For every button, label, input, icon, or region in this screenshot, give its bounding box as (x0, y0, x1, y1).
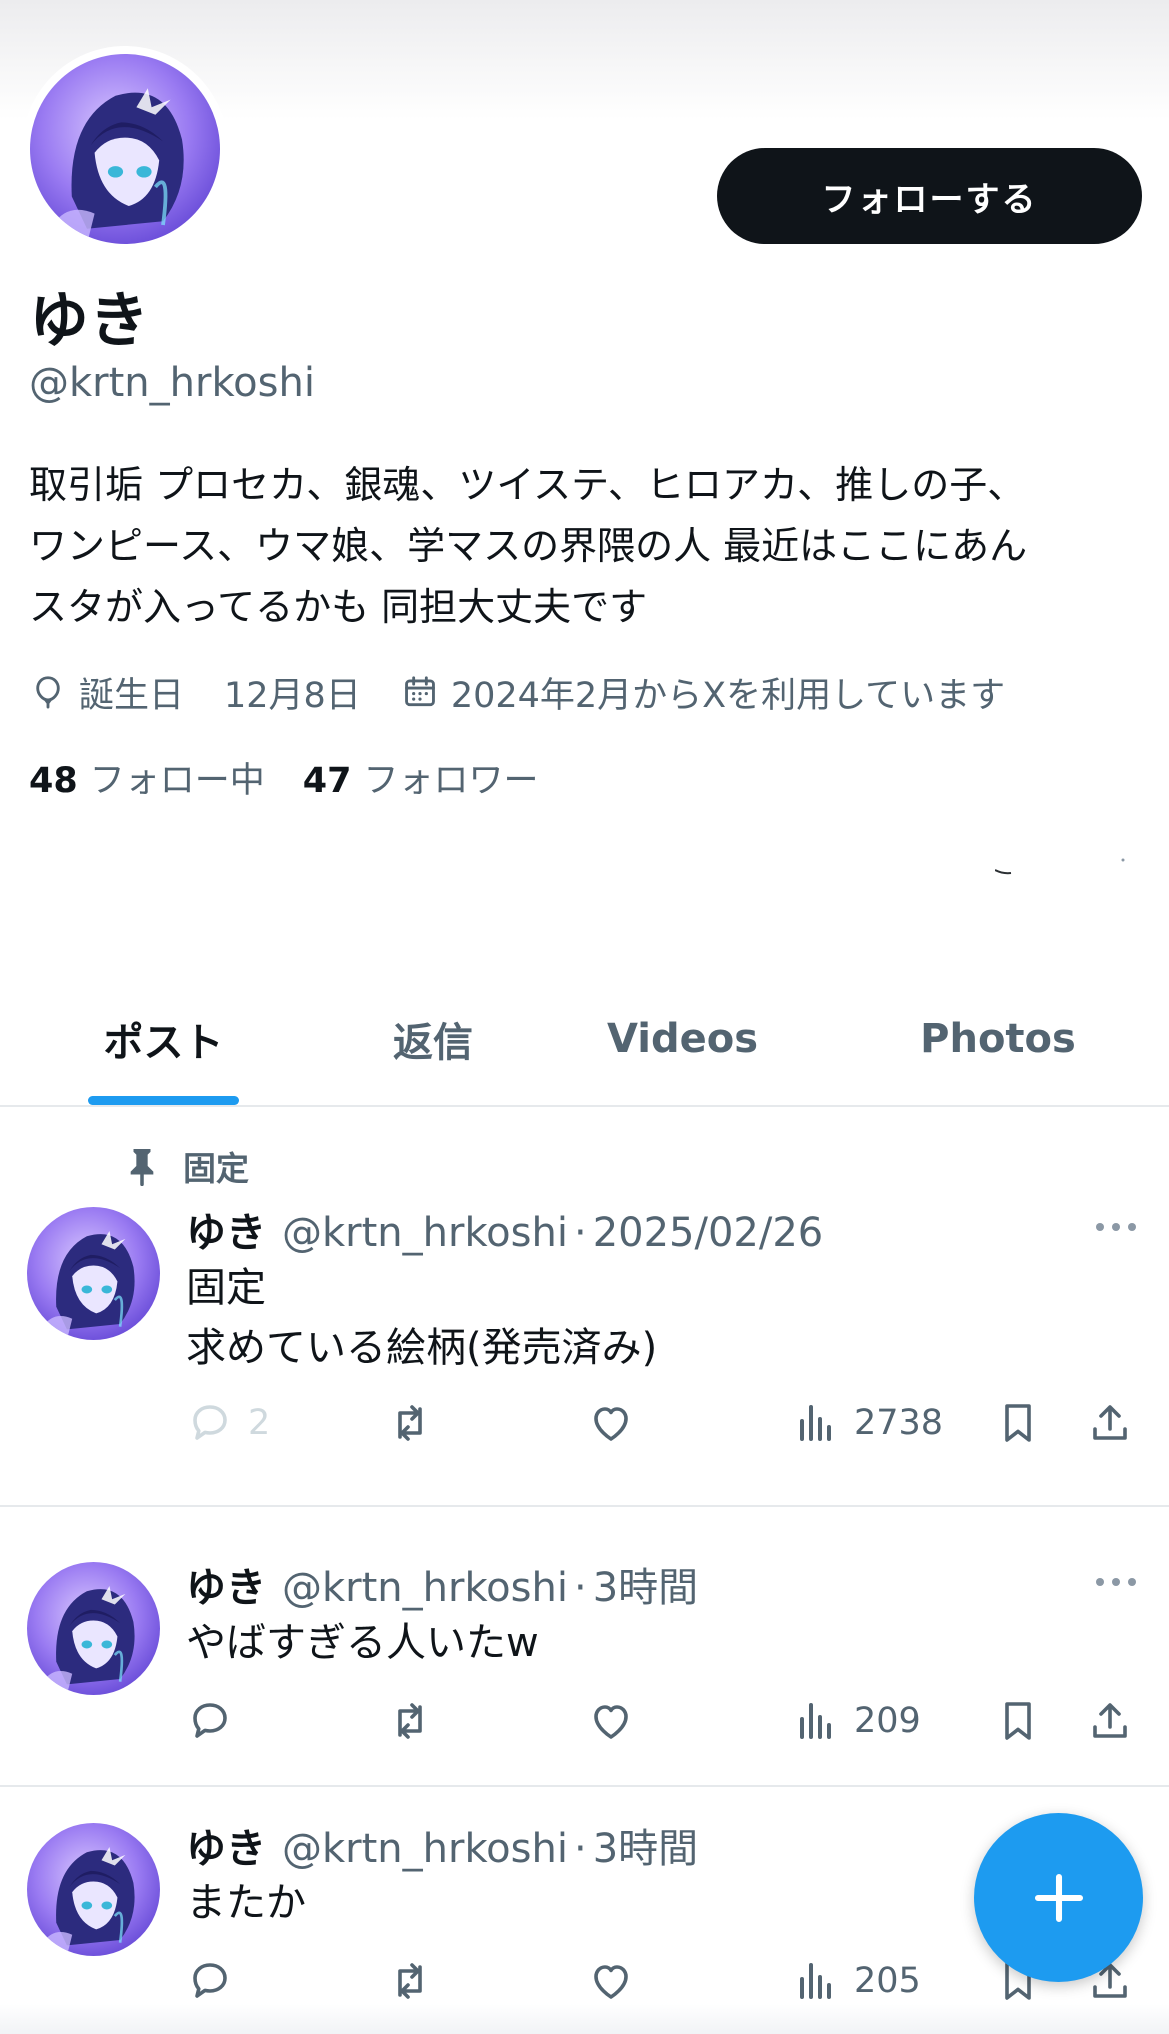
views-button[interactable]: 2738 (792, 1395, 943, 1451)
followers-count: 47 (302, 761, 352, 801)
like-button[interactable] (587, 1395, 635, 1451)
share-icon (1086, 1399, 1134, 1447)
post-author-handle[interactable]: @krtn_hrkoshi (282, 1210, 568, 1256)
profile-bio: 取引垢 プロセカ、銀魂、ツイステ、ヒロアカ、推しの子、 ワンピース、ウマ娘、学マ… (29, 463, 1028, 629)
avatar-anime-girl-icon (30, 54, 220, 244)
bookmark-icon (994, 1399, 1042, 1447)
repost-icon (386, 1957, 434, 2005)
views-chart-icon (792, 1697, 840, 1745)
joined-text: 2024年2月からXを利用しています (450, 675, 1006, 716)
balloon-icon (36, 676, 60, 709)
birthday-group: 誕生日 12月8日 (29, 667, 361, 718)
bookmark-button[interactable] (994, 1395, 1042, 1451)
share-button[interactable] (1086, 1693, 1134, 1749)
following-count: 48 (29, 761, 78, 801)
post-actions: 205 (186, 1953, 1146, 2009)
heart-icon (587, 1399, 635, 1447)
followers-label: フォロワー (363, 761, 539, 801)
profile-meta: 誕生日 12月8日 2024年2月からXを利用しています (29, 667, 1005, 717)
post-header: ゆき @krtn_hrkoshi · 3時間 (186, 1816, 698, 1872)
reply-icon (186, 1957, 234, 2005)
compose-button[interactable] (974, 1813, 1143, 1982)
tabs-divider (0, 1105, 1169, 1107)
views-count: 2738 (854, 1403, 944, 1443)
heart-icon (587, 1957, 635, 2005)
more-icon[interactable] (1094, 1576, 1138, 1588)
post-separator: · (573, 1565, 587, 1611)
joined-group: 2024年2月からXを利用しています (401, 667, 1005, 718)
following-label: フォロー中 (89, 761, 265, 801)
avatar[interactable] (27, 1562, 160, 1695)
decorative-dots (995, 858, 1125, 875)
post-header: ゆき @krtn_hrkoshi · 2025/02/26 (186, 1200, 823, 1256)
reply-button[interactable] (186, 1953, 234, 2009)
views-button[interactable]: 209 (792, 1693, 921, 1749)
post-actions: 2 2738 (186, 1395, 1146, 1451)
post-header: ゆき @krtn_hrkoshi · 3時間 (186, 1555, 698, 1611)
pinned-label: 固定 (125, 1142, 249, 1190)
post-timestamp[interactable]: 3時間 (593, 1816, 698, 1874)
views-count: 205 (854, 1961, 921, 2001)
followers-link[interactable]: 47 フォロワー (303, 752, 539, 803)
bottom-fade (0, 2004, 1169, 2034)
birthday-label: 誕生日 (79, 675, 185, 716)
post-author-handle[interactable]: @krtn_hrkoshi (282, 1826, 568, 1872)
follow-stats: 48 フォロー中 47 フォロワー (29, 752, 538, 803)
repost-icon (386, 1399, 434, 1447)
bookmark-icon (994, 1697, 1042, 1745)
post-author-name[interactable]: ゆき (186, 1200, 266, 1258)
views-chart-icon (792, 1399, 840, 1447)
post-timestamp[interactable]: 2025/02/26 (593, 1210, 824, 1256)
follow-button[interactable]: フォローする (717, 148, 1142, 244)
reply-button[interactable] (186, 1693, 234, 1749)
profile-handle: @krtn_hrkoshi (29, 360, 315, 406)
views-chart-icon (792, 1957, 840, 2005)
avatar[interactable] (27, 1207, 160, 1340)
post-separator: · (573, 1210, 587, 1256)
pinned-text: 固定 (183, 1149, 249, 1188)
calendar-icon (404, 676, 435, 707)
profile-avatar[interactable] (22, 46, 228, 252)
reply-icon (186, 1697, 234, 1745)
post-text: やばすぎる人いたw (186, 1620, 539, 1666)
reply-icon (186, 1399, 234, 1447)
heart-icon (587, 1697, 635, 1745)
post-text: またか (186, 1880, 306, 1926)
tab-videos[interactable]: Videos (580, 972, 785, 1106)
share-icon (1086, 1697, 1134, 1745)
post-timestamp[interactable]: 3時間 (593, 1555, 698, 1613)
post-author-name[interactable]: ゆき (186, 1555, 266, 1613)
reply-button[interactable]: 2 (186, 1395, 270, 1451)
views-button[interactable]: 205 (792, 1953, 921, 2009)
profile-display-name: ゆき (29, 286, 149, 356)
more-icon[interactable] (1094, 1221, 1138, 1233)
profile-tabs: ポスト 返信 Videos Photos (0, 972, 1169, 1106)
like-button[interactable] (587, 1953, 635, 2009)
plus-icon (1034, 1873, 1083, 1922)
birthday-value: 12月8日 (224, 675, 361, 716)
tab-photos[interactable]: Photos (898, 972, 1098, 1106)
repost-button[interactable] (386, 1953, 434, 2009)
post-divider (0, 1505, 1169, 1507)
active-tab-indicator (88, 1096, 239, 1105)
pin-icon (130, 1149, 154, 1186)
reply-count: 2 (248, 1403, 271, 1443)
repost-button[interactable] (386, 1693, 434, 1749)
like-button[interactable] (587, 1693, 635, 1749)
following-link[interactable]: 48 フォロー中 (29, 752, 265, 803)
tab-posts[interactable]: ポスト (70, 972, 257, 1106)
repost-icon (386, 1697, 434, 1745)
avatar[interactable] (27, 1823, 160, 1956)
post-author-handle[interactable]: @krtn_hrkoshi (282, 1565, 568, 1611)
post-text: 固定 求めている絵柄(発売済み) (186, 1265, 658, 1371)
post-actions: 209 (186, 1693, 1146, 1749)
share-button[interactable] (1086, 1395, 1134, 1451)
post-author-name[interactable]: ゆき (186, 1816, 266, 1874)
tab-replies[interactable]: 返信 (348, 972, 518, 1106)
repost-button[interactable] (386, 1395, 434, 1451)
post-separator: · (573, 1826, 587, 1872)
bookmark-button[interactable] (994, 1693, 1042, 1749)
views-count: 209 (854, 1701, 921, 1741)
post-divider (0, 1785, 1169, 1787)
